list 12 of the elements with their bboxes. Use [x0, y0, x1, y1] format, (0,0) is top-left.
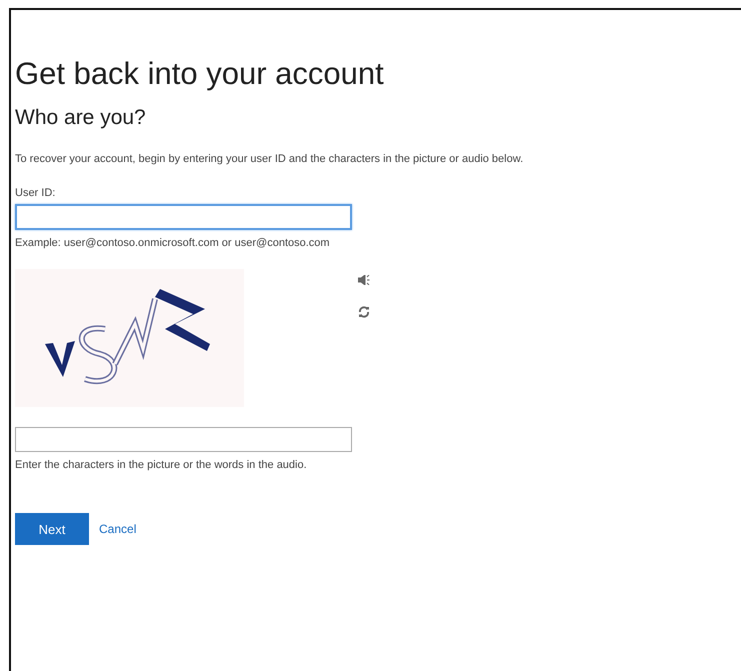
captcha-field[interactable]	[15, 427, 352, 452]
page-title: Get back into your account	[15, 55, 385, 93]
cancel-link[interactable]: Cancel	[99, 522, 136, 536]
instructions-text: To recover your account, begin by entering your user ID and the characters in the picture or audio below.	[15, 152, 524, 166]
user-id-field[interactable]	[15, 204, 352, 230]
field-label: User ID:	[15, 186, 56, 200]
section-heading: Who are you?	[15, 105, 147, 131]
example-text: Example: user@contoso.onmicrosoft.com or user@contoso.com	[15, 236, 331, 250]
captcha-hint: Enter the characters in the picture or the words in the audio.	[15, 458, 308, 472]
next-button[interactable]: Next	[15, 513, 89, 545]
refresh-icon[interactable]	[358, 306, 370, 318]
speaker-icon[interactable]	[358, 275, 370, 285]
